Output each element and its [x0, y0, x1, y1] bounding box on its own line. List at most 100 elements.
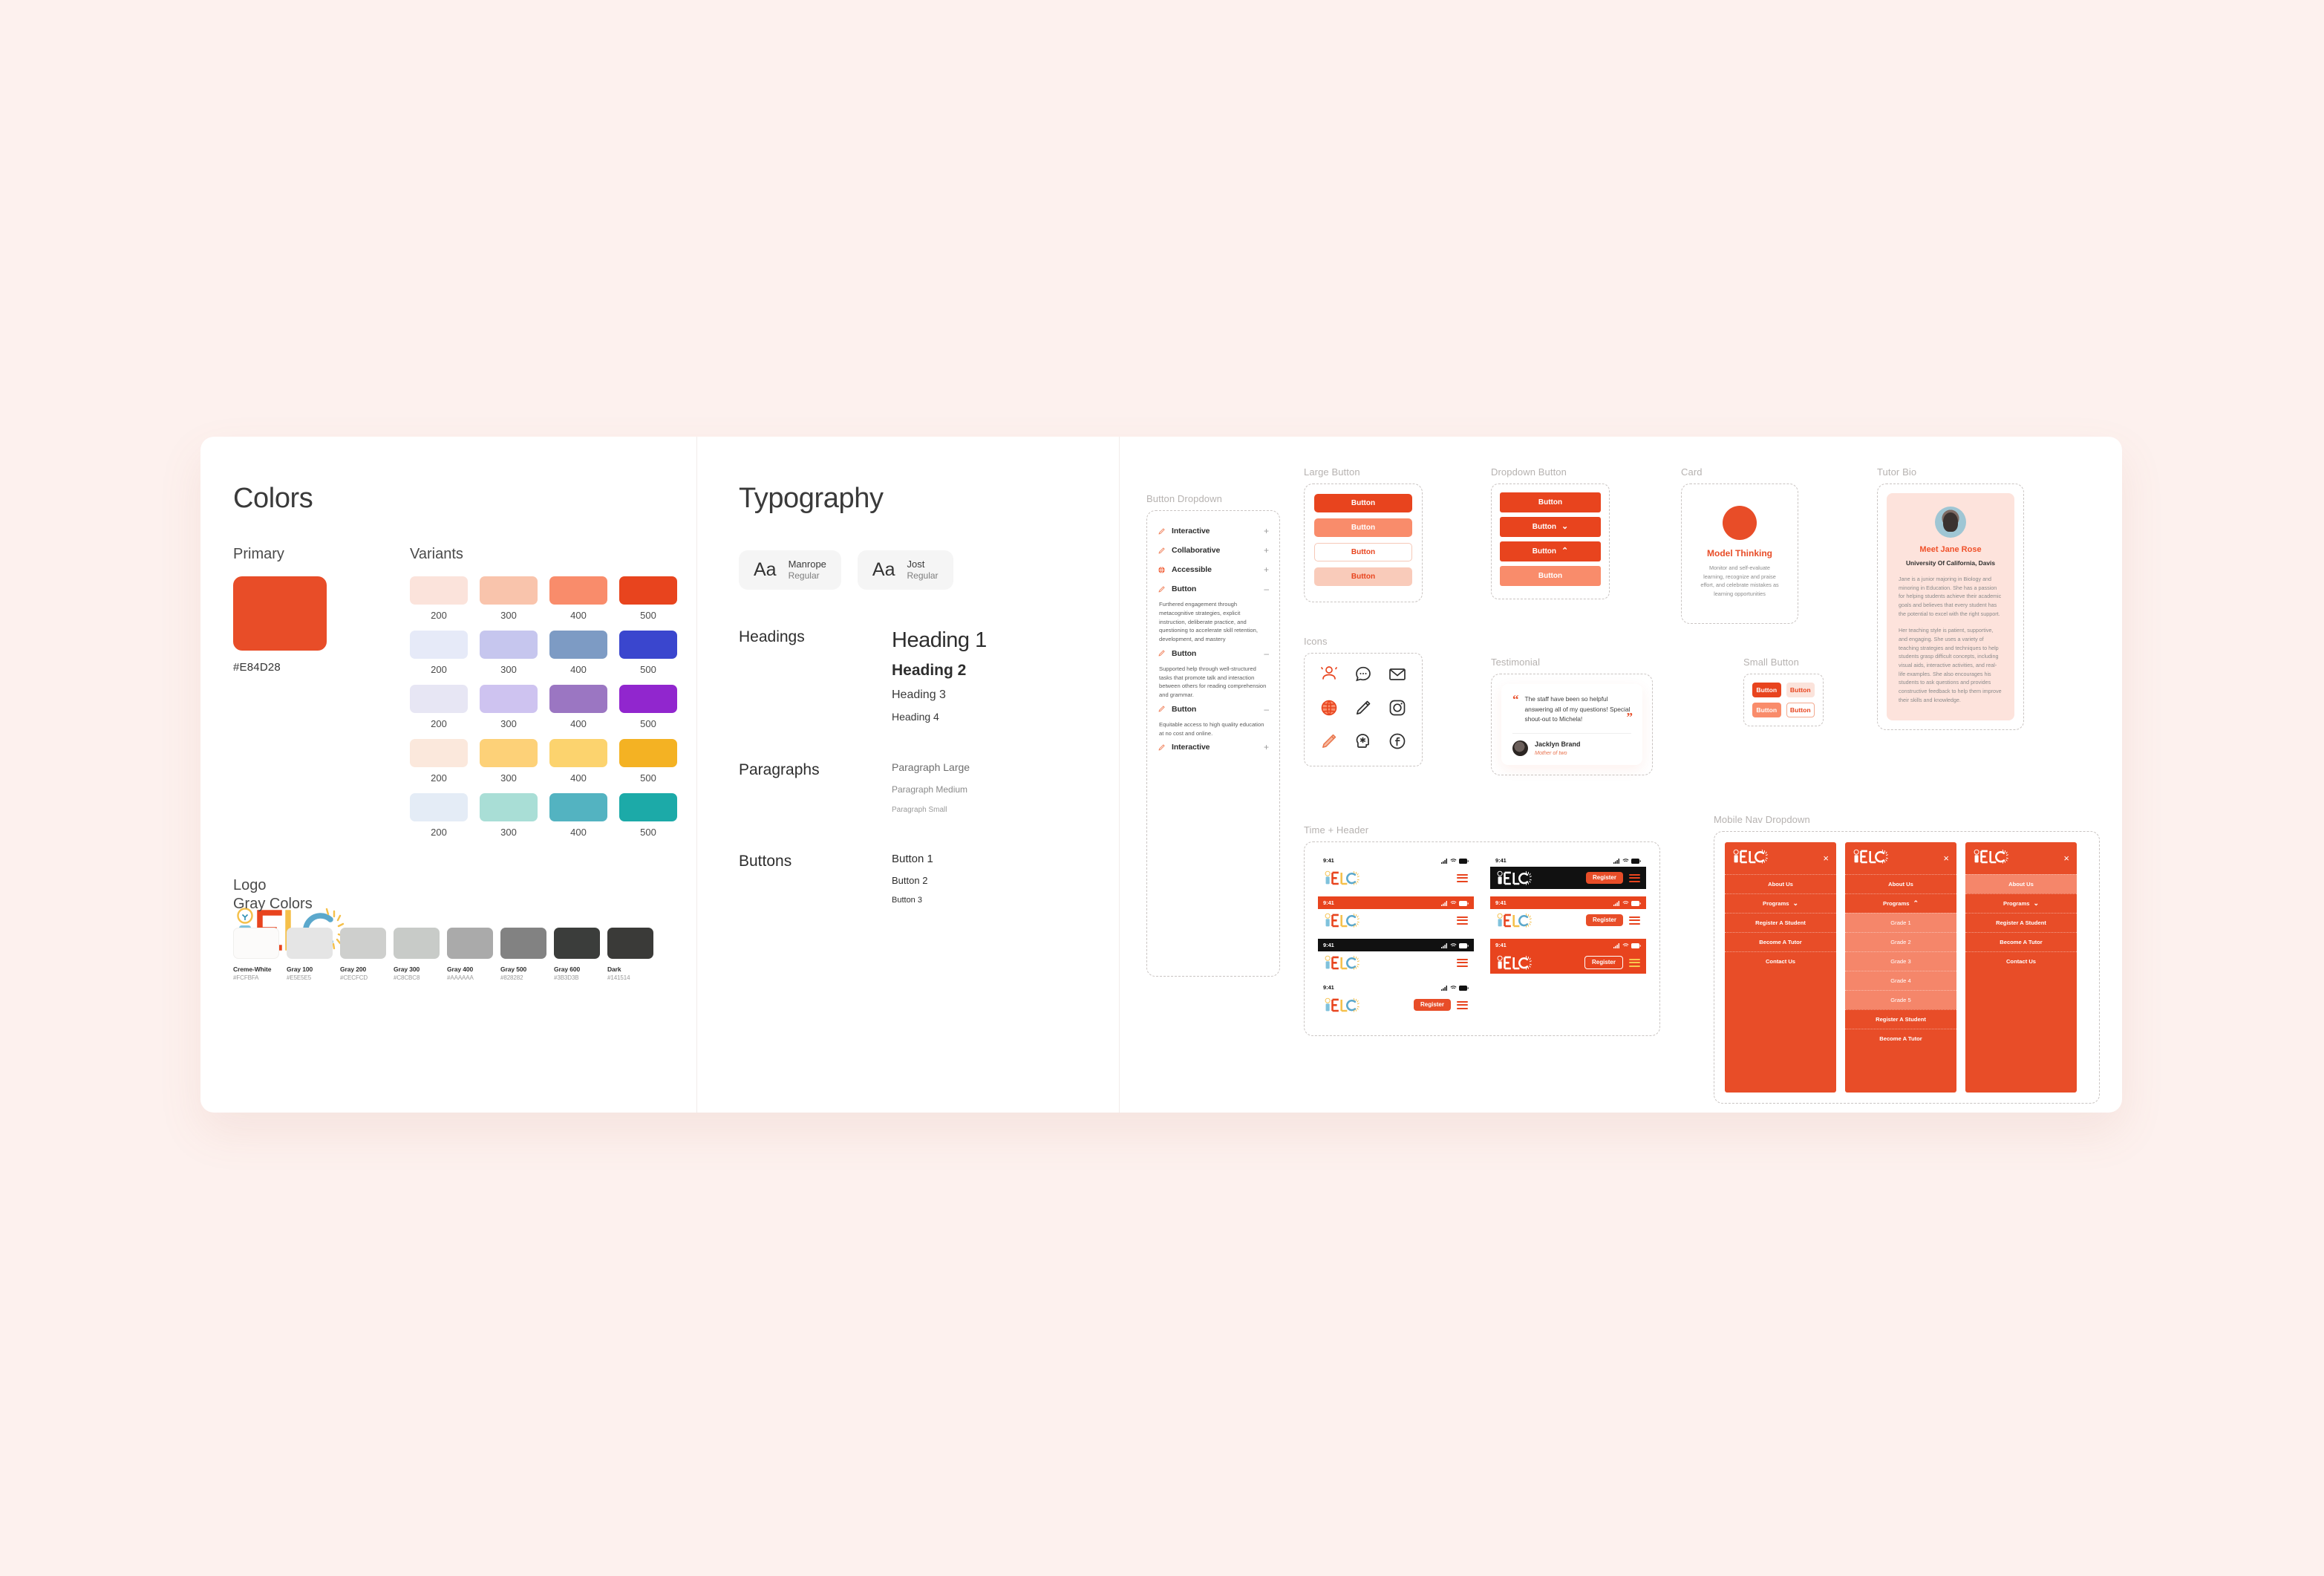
accordion-item[interactable]: Collaborative + [1156, 541, 1270, 560]
hamburger-menu-icon[interactable] [1629, 916, 1640, 925]
dropdown-button[interactable]: Button [1500, 492, 1601, 512]
ielc-logo[interactable] [1496, 913, 1532, 928]
mail-icon[interactable] [1388, 665, 1407, 688]
accordion-toggle-icon[interactable]: + [1264, 743, 1269, 752]
mobile-nav-item[interactable]: Grade 3 [1845, 951, 1956, 971]
chevron-icon[interactable]: ⌃ [1561, 547, 1568, 555]
color-chip [549, 576, 607, 605]
large-button[interactable]: Button [1314, 518, 1412, 537]
font-family-name: Manrope [788, 559, 826, 570]
variants-label: Variants [410, 546, 463, 562]
people-icon[interactable] [1319, 665, 1339, 688]
small-button[interactable]: Button [1752, 683, 1781, 697]
small-button[interactable]: Button [1786, 683, 1815, 697]
register-button[interactable]: Register [1584, 956, 1623, 969]
accordion-item[interactable]: Interactive + [1156, 521, 1270, 541]
mobile-nav-item[interactable]: About Us [1845, 874, 1956, 893]
mobile-nav-item[interactable]: About Us [1725, 874, 1836, 893]
mobile-nav-item[interactable]: Register A Student [1965, 913, 2077, 932]
mobile-nav-item[interactable]: Become A Tutor [1965, 932, 2077, 951]
instagram-icon[interactable] [1388, 698, 1407, 721]
accordion-toggle-icon[interactable]: + [1264, 565, 1269, 574]
mobile-nav-item[interactable]: Programs ⌃ [1845, 893, 1956, 913]
mobile-nav-item[interactable]: Grade 5 [1845, 990, 1956, 1009]
variant-step-label: 300 [500, 664, 517, 675]
register-button[interactable]: Register [1413, 999, 1451, 1011]
ielc-logo[interactable] [1732, 849, 1768, 867]
close-icon[interactable]: × [1823, 853, 1829, 863]
chat-icon[interactable] [1354, 665, 1373, 688]
dropdown-button[interactable]: Button ⌃ [1500, 541, 1601, 561]
hamburger-menu-icon[interactable] [1457, 873, 1468, 882]
small-button[interactable]: Button [1786, 703, 1815, 717]
register-button[interactable]: Register [1585, 872, 1623, 884]
status-time: 9:41 [1495, 899, 1507, 906]
accordion-toggle-icon[interactable]: – [1264, 705, 1269, 714]
mobile-nav-item[interactable]: Register A Student [1845, 1009, 1956, 1029]
ielc-logo[interactable] [1324, 997, 1360, 1012]
accordion-toggle-icon[interactable]: – [1264, 585, 1269, 593]
large-button[interactable]: Button [1314, 543, 1412, 561]
variant-step-label: 500 [640, 664, 656, 675]
ielc-logo[interactable] [1496, 870, 1532, 885]
mobile-nav-item[interactable]: Grade 2 [1845, 932, 1956, 951]
head-idea-icon[interactable] [1354, 732, 1373, 755]
close-icon[interactable]: × [1943, 853, 1949, 863]
accordion-toggle-icon[interactable]: + [1264, 527, 1269, 535]
button-dropdown-caption: Button Dropdown [1146, 493, 1222, 504]
mobile-nav-header: × [1965, 842, 2077, 874]
register-button[interactable]: Register [1585, 914, 1623, 926]
chevron-icon[interactable]: ⌃ [1913, 899, 1919, 907]
card[interactable]: Model Thinking Monitor and self-evaluate… [1691, 494, 1788, 613]
hamburger-menu-icon[interactable] [1457, 916, 1468, 925]
accordion-item[interactable]: Accessible + [1156, 560, 1270, 579]
color-chip [549, 793, 607, 821]
paragraph-large-sample: Paragraph Large [892, 761, 970, 774]
ielc-logo[interactable] [1324, 913, 1360, 928]
facebook-icon[interactable] [1388, 732, 1407, 755]
mobile-nav-item[interactable]: Become A Tutor [1845, 1029, 1956, 1048]
chevron-icon[interactable]: ⌄ [1792, 899, 1798, 907]
color-chip [480, 739, 538, 767]
mobile-nav-item[interactable]: Register A Student [1725, 913, 1836, 932]
dropdown-button[interactable]: Button [1500, 566, 1601, 586]
close-icon[interactable]: × [2063, 853, 2069, 863]
hamburger-menu-icon[interactable] [1629, 958, 1640, 967]
large-button[interactable]: Button [1314, 567, 1412, 586]
mobile-nav-item[interactable]: Programs ⌄ [1965, 893, 2077, 913]
chevron-icon[interactable]: ⌄ [1561, 523, 1568, 530]
accordion-item[interactable]: Button – Equitable access to high quality … [1156, 700, 1270, 738]
small-button[interactable]: Button [1752, 703, 1781, 717]
mobile-nav-item[interactable]: Grade 4 [1845, 971, 1956, 990]
mobile-nav-item[interactable]: Programs ⌄ [1725, 893, 1836, 913]
accordion-item[interactable]: Button – Supported help through well-struc… [1156, 644, 1270, 700]
mobile-nav-item[interactable]: Contact Us [1965, 951, 2077, 971]
font-sample-glyph: Aa [872, 559, 895, 581]
card-title: Model Thinking [1707, 548, 1772, 559]
ielc-logo[interactable] [1324, 870, 1360, 885]
hamburger-menu-icon[interactable] [1629, 873, 1640, 882]
mobile-nav-item[interactable]: About Us [1965, 874, 2077, 893]
pencil-icon[interactable] [1354, 698, 1373, 721]
ielc-logo[interactable] [1853, 849, 1888, 867]
ielc-logo[interactable] [1496, 955, 1532, 970]
accordion-item[interactable]: Button – Furthered engagement through meta… [1156, 579, 1270, 644]
globe-icon[interactable] [1319, 698, 1339, 721]
large-button[interactable]: Button [1314, 494, 1412, 512]
hamburger-menu-icon[interactable] [1457, 1000, 1468, 1009]
accordion-toggle-icon[interactable]: + [1264, 546, 1269, 555]
variant-swatch-blue-200: 200 [410, 631, 468, 675]
accordion-item-label: Collaborative [1172, 546, 1221, 555]
accordion-item-body: Furthered engagement through metacogniti… [1159, 601, 1258, 643]
ielc-logo[interactable] [1973, 849, 2008, 867]
mobile-nav-item[interactable]: Become A Tutor [1725, 932, 1836, 951]
pencil-filled-icon[interactable] [1319, 732, 1339, 755]
chevron-icon[interactable]: ⌄ [2033, 899, 2039, 907]
dropdown-button[interactable]: Button ⌄ [1500, 517, 1601, 537]
mobile-nav-item[interactable]: Contact Us [1725, 951, 1836, 971]
ielc-logo[interactable] [1324, 955, 1360, 970]
hamburger-menu-icon[interactable] [1457, 958, 1468, 967]
accordion-item[interactable]: Interactive + [1156, 737, 1270, 757]
accordion-toggle-icon[interactable]: – [1264, 649, 1269, 658]
mobile-nav-item[interactable]: Grade 1 [1845, 913, 1956, 932]
